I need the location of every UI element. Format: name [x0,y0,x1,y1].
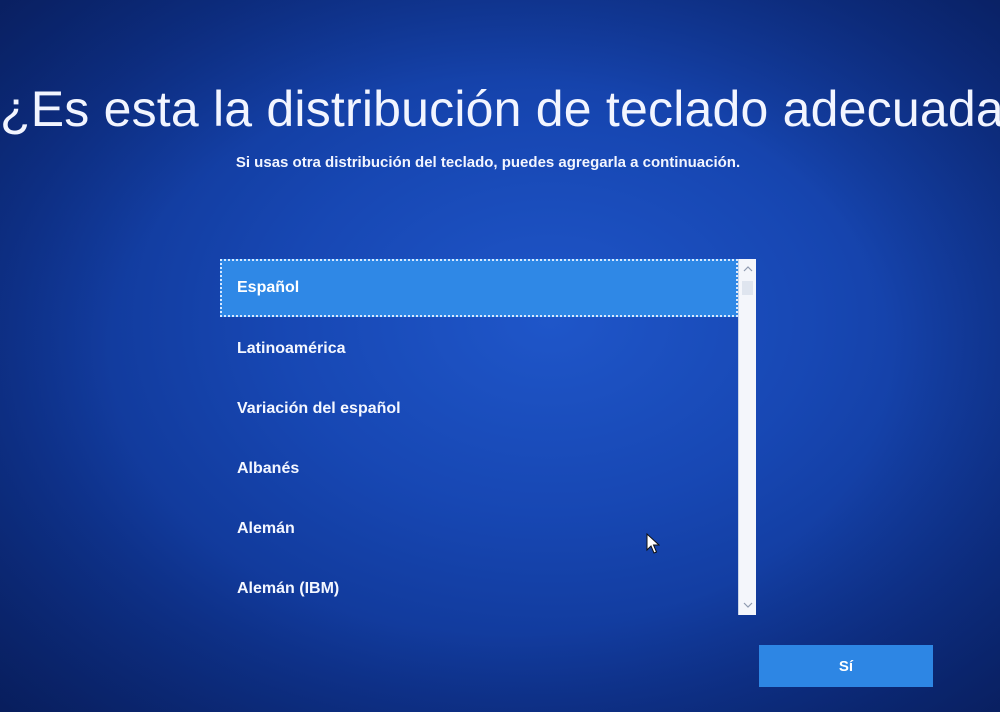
page-subtitle: Si usas otra distribución del teclado, p… [235,154,741,171]
scrollbar-thumb[interactable] [742,281,753,295]
keyboard-layout-list: Español Latinoamérica Variación del espa… [220,259,738,615]
list-item-albanes[interactable]: Albanés [220,440,738,498]
scroll-up-button[interactable] [739,261,756,277]
mouse-pointer-icon [646,533,660,554]
list-scrollbar[interactable] [738,259,756,615]
scroll-down-button[interactable] [739,597,756,613]
page-title: ¿Es esta la distribución de teclado adec… [0,81,1000,137]
yes-button[interactable]: Sí [759,645,933,687]
keyboard-layout-listbox[interactable]: Español Latinoamérica Variación del espa… [220,259,756,615]
list-item-aleman-ibm[interactable]: Alemán (IBM) [220,560,738,618]
list-item-label: Variación del español [237,400,401,417]
list-item-label: Alemán (IBM) [237,580,340,597]
list-item-aleman[interactable]: Alemán [220,500,738,558]
list-item-label: Albanés [237,460,300,477]
list-item-label: Alemán [237,520,295,537]
list-item-variacion-del-espanol[interactable]: Variación del español [220,380,738,438]
chevron-up-icon [743,266,752,272]
list-item-latinoamerica[interactable]: Latinoamérica [220,320,738,378]
list-item-label: Latinoamérica [237,340,346,357]
list-item-label: Español [237,279,300,296]
chevron-down-icon [743,602,752,608]
list-item-espanol[interactable]: Español [220,259,738,317]
